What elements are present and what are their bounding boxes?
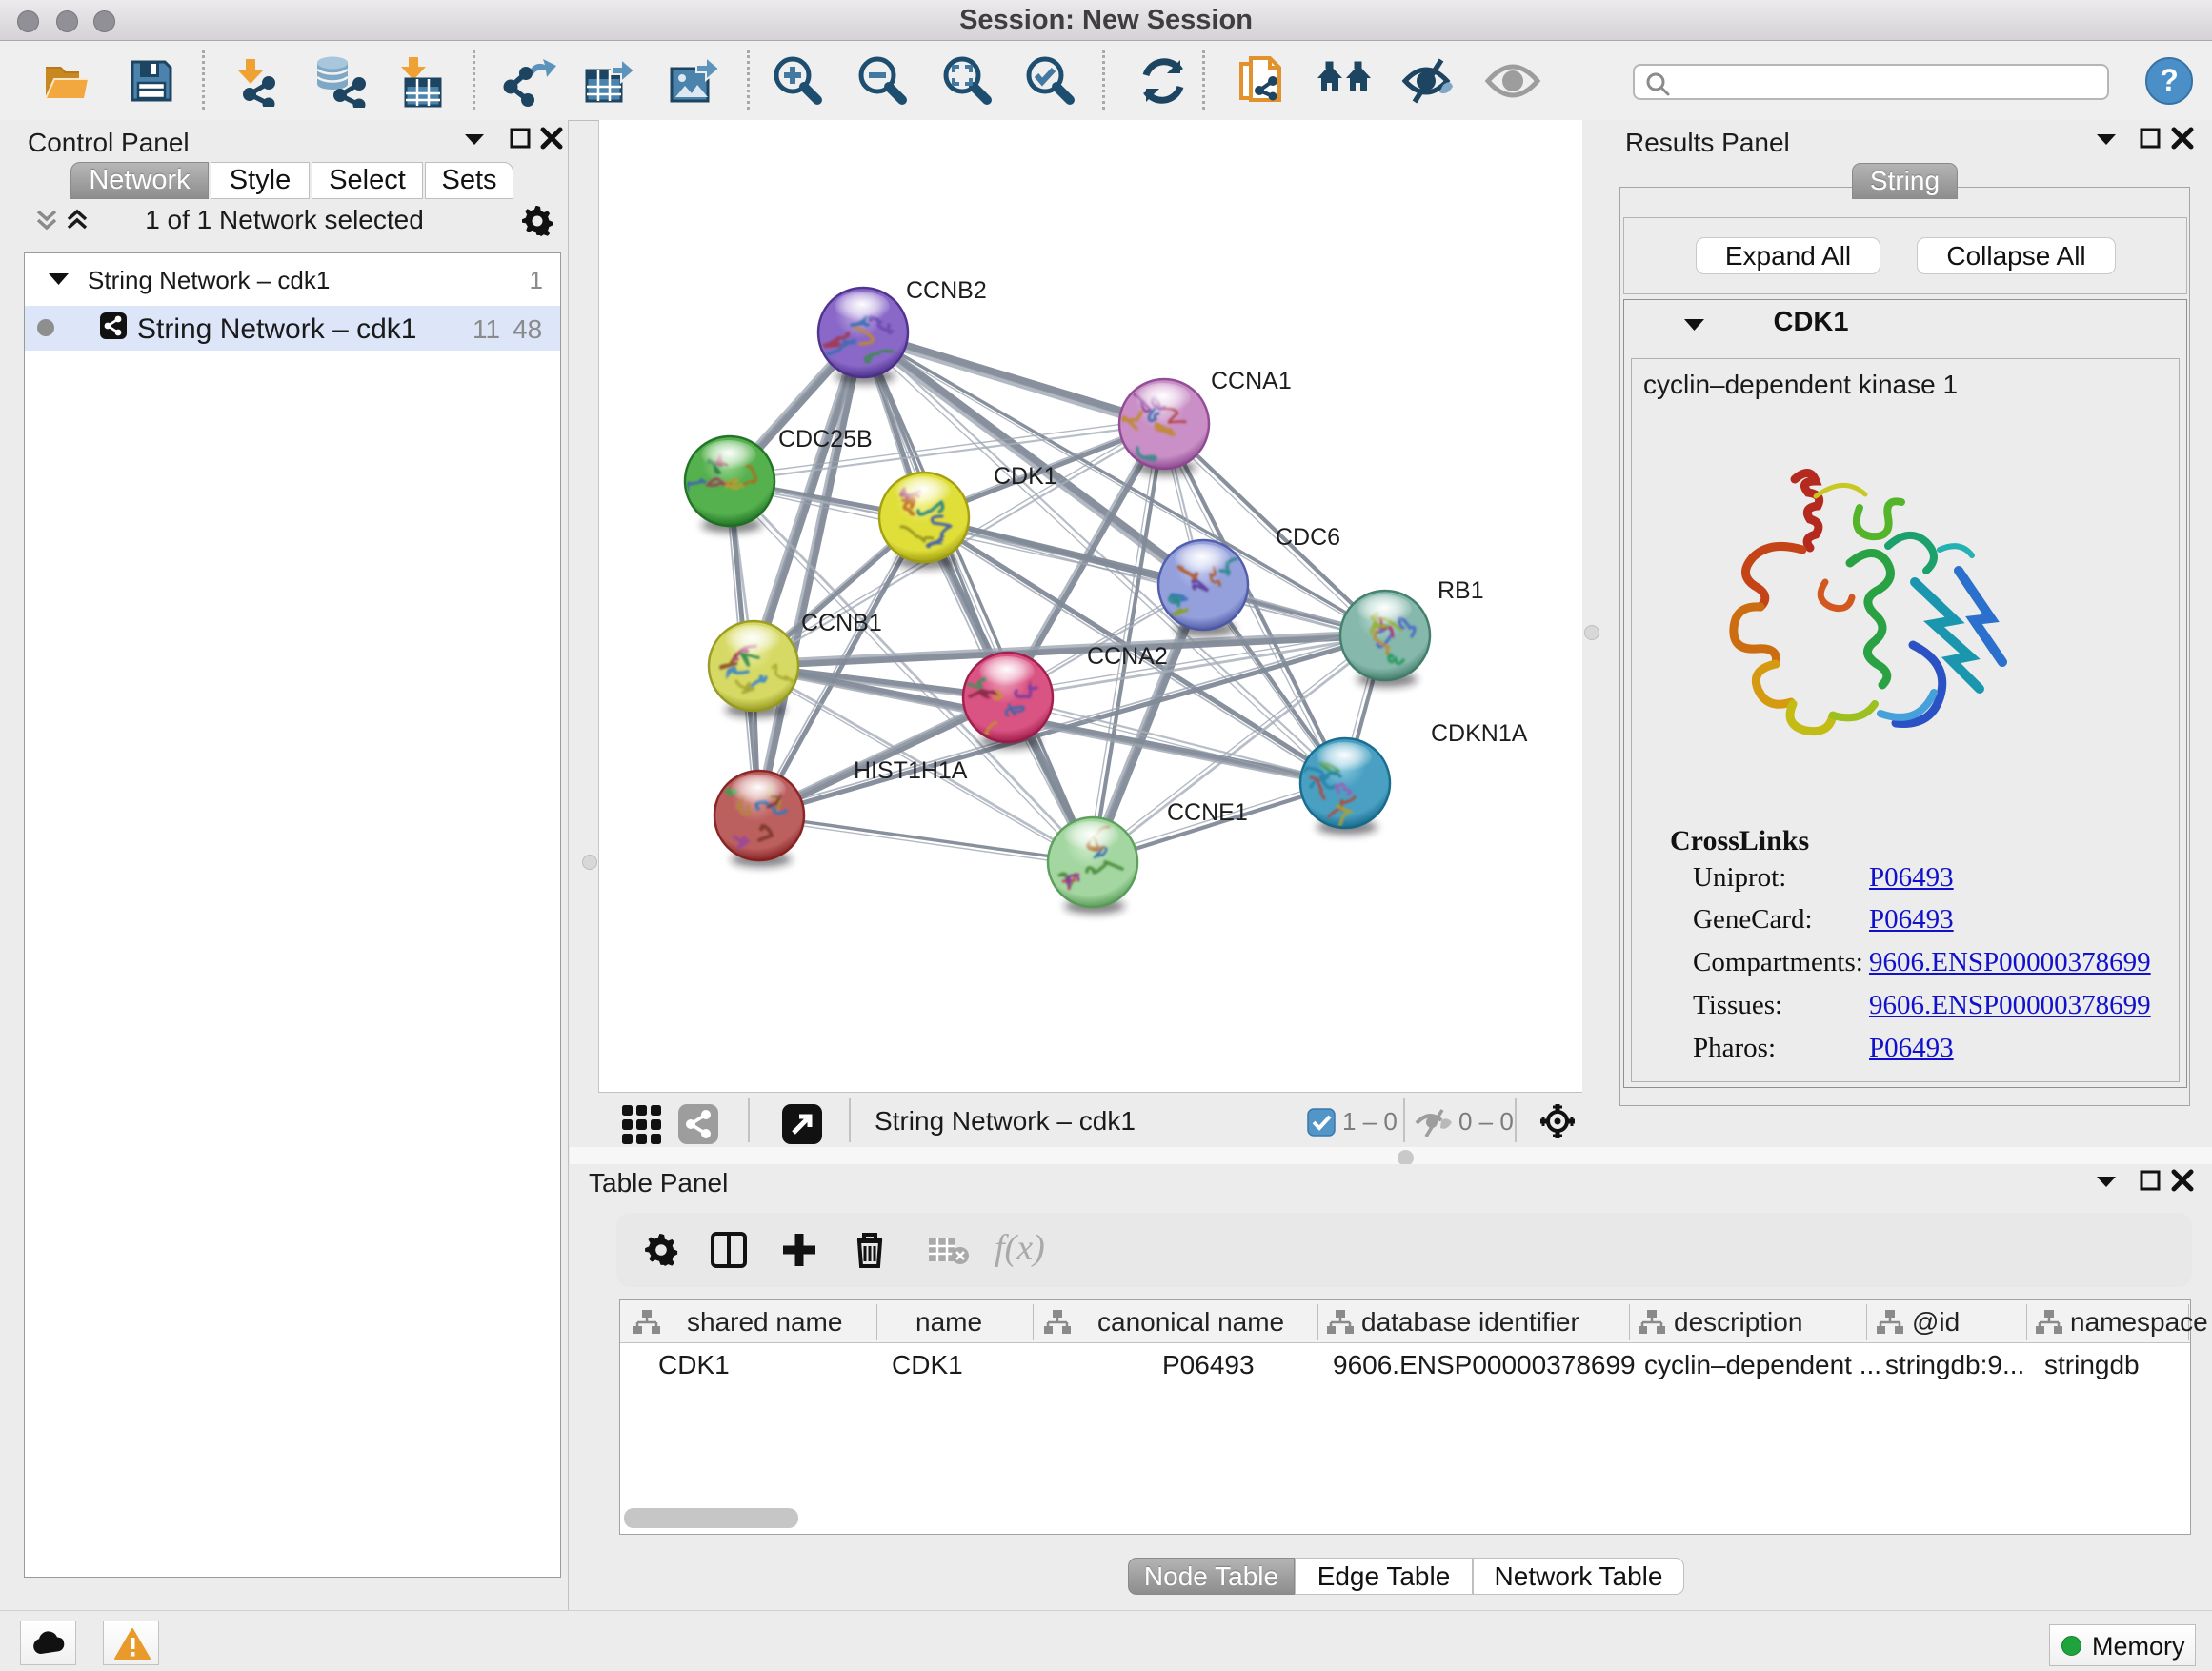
svg-text:HIST1H1A: HIST1H1A [854,757,968,784]
svg-text:CDKN1A: CDKN1A [1431,720,1528,747]
svg-text:CDK1: CDK1 [994,463,1057,490]
svg-text:CCNA2: CCNA2 [1087,643,1168,670]
svg-text:CDC25B: CDC25B [778,426,873,453]
svg-text:CCNA1: CCNA1 [1211,368,1292,394]
svg-text:CCNE1: CCNE1 [1167,799,1248,826]
svg-text:CCNB1: CCNB1 [801,610,882,636]
svg-text:CCNB2: CCNB2 [906,277,987,304]
svg-text:RB1: RB1 [1438,577,1484,604]
svg-text:?: ? [2160,63,2179,97]
svg-text:CDC6: CDC6 [1276,524,1340,551]
